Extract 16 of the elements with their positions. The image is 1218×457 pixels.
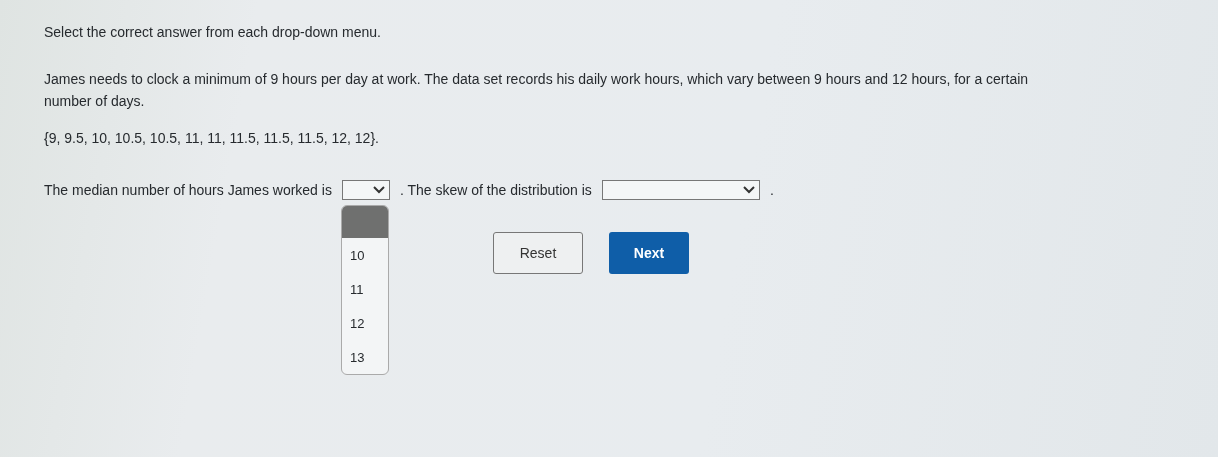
reset-button[interactable]: Reset bbox=[493, 232, 583, 274]
instruction-text: Select the correct answer from each drop-down menu. bbox=[44, 23, 382, 42]
data-set-text: {9, 9.5, 10, 10.5, 10.5, 11, 11, 11.5, 11.5, 11.5, 12, 12}. bbox=[44, 129, 380, 148]
dropdown-option[interactable]: 10 bbox=[341, 238, 388, 272]
dropdown-option[interactable]: 12 bbox=[341, 306, 388, 340]
chevron-down-icon bbox=[372, 186, 385, 194]
sentence-text: The median number of hours James worked is bbox=[44, 182, 332, 198]
dropdown-select[interactable] bbox=[601, 180, 760, 200]
next-button[interactable]: Next bbox=[609, 232, 689, 274]
dropdown-option[interactable]: 13 bbox=[341, 340, 388, 374]
sentence-text: . The skew of the distribution is bbox=[399, 182, 592, 198]
dropdown-option[interactable]: 11 bbox=[341, 272, 388, 306]
blank-option[interactable] bbox=[341, 206, 388, 238]
sentence-text: . bbox=[769, 182, 774, 198]
chevron-down-icon bbox=[742, 186, 755, 194]
problem-text: James needs to clock a minimum of 9 hours per day at work. The data set records his daily work hours, which vary between 9 hours and 12 hours, for a certain number of days. bbox=[44, 70, 1030, 111]
